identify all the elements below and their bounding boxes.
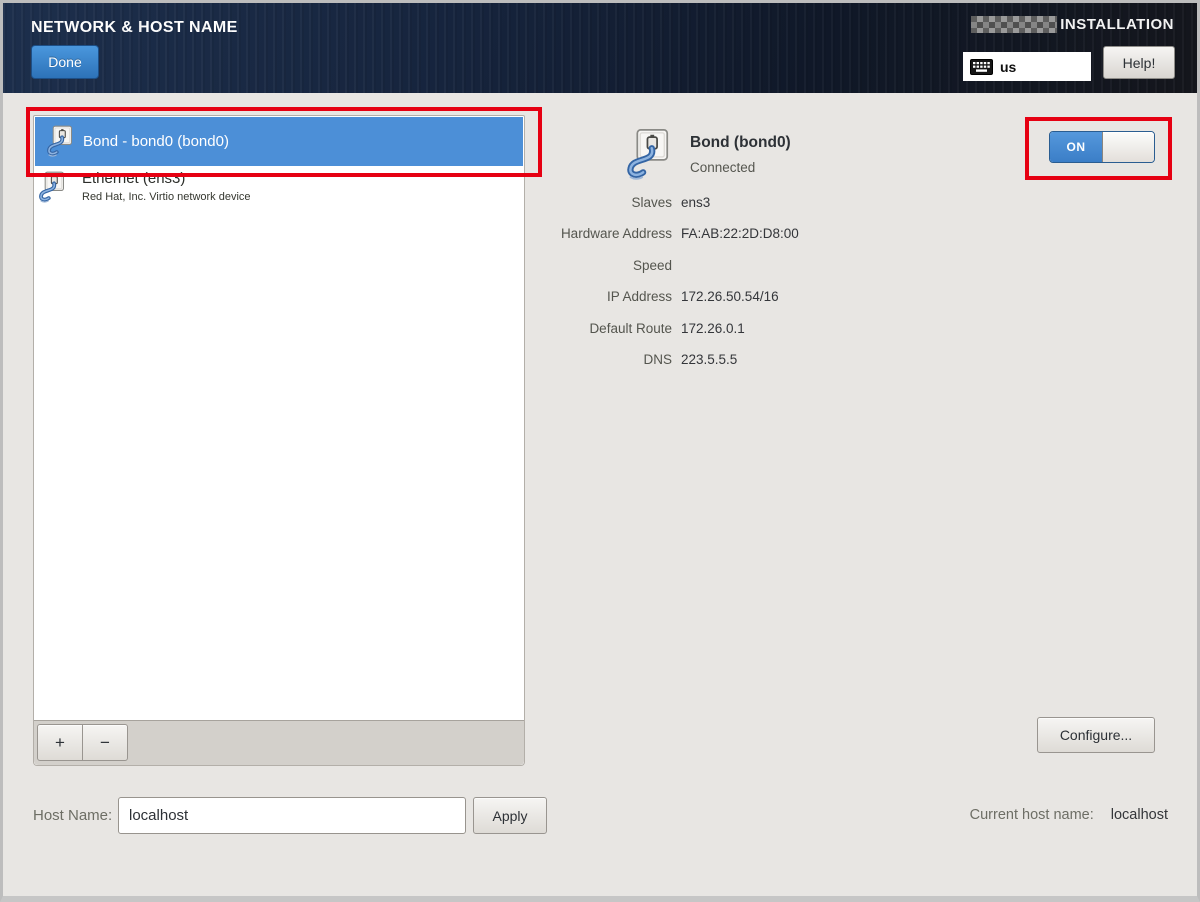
hostname-input[interactable] xyxy=(118,797,466,834)
toggle-on-label: ON xyxy=(1050,132,1102,162)
detail-device-title: Bond (bond0) xyxy=(690,134,791,151)
page-title: NETWORK & HOST NAME xyxy=(31,19,238,36)
detail-connection-status: Connected xyxy=(690,160,756,175)
configure-button[interactable]: Configure... xyxy=(1037,717,1155,753)
apply-button[interactable]: Apply xyxy=(473,797,547,834)
detail-label: IP Address xyxy=(606,289,672,305)
detail-value: 172.26.50.54/16 xyxy=(681,289,779,305)
detail-value: FA:AB:22:2D:D8:00 xyxy=(681,226,799,242)
toggle-handle[interactable] xyxy=(1102,132,1154,162)
detail-label: Hardware Address xyxy=(560,226,672,242)
network-device-icon xyxy=(39,171,65,204)
detail-label: Speed xyxy=(632,257,672,273)
add-device-button[interactable]: + xyxy=(37,724,83,761)
installer-window: NETWORK & HOST NAME Done INSTALLATION us… xyxy=(0,0,1200,902)
device-item-subtitle: Red Hat, Inc. Virtio network device xyxy=(82,191,251,203)
device-item-title: Bond - bond0 (bond0) xyxy=(83,133,229,150)
detail-label: Slaves xyxy=(631,195,672,210)
network-device-icon xyxy=(622,128,670,182)
help-button[interactable]: Help! xyxy=(1103,46,1175,79)
detail-label: Default Route xyxy=(589,320,672,336)
device-item-title: Ethernet (ens3) xyxy=(82,170,186,187)
detail-value: ens3 xyxy=(681,195,711,210)
done-button[interactable]: Done xyxy=(31,45,99,79)
current-hostname-value: localhost xyxy=(1110,807,1168,823)
header: NETWORK & HOST NAME Done INSTALLATION us… xyxy=(3,3,1197,93)
keyboard-layout-indicator[interactable]: us xyxy=(963,52,1091,81)
detail-value: 172.26.0.1 xyxy=(681,320,745,336)
network-device-icon xyxy=(47,125,73,158)
device-list-item-ethernet[interactable]: Ethernet (ens3) Red Hat, Inc. Virtio net… xyxy=(35,166,523,216)
device-enabled-toggle[interactable]: ON xyxy=(1049,131,1155,163)
remove-device-button[interactable]: − xyxy=(82,724,128,761)
installation-heading: INSTALLATION xyxy=(971,16,1174,33)
device-list-item-bond[interactable]: Bond - bond0 (bond0) xyxy=(35,117,523,166)
hostname-label: Host Name: xyxy=(33,807,113,824)
device-list-panel: Bond - bond0 (bond0) Ethernet (ens3) Red… xyxy=(33,115,525,766)
keyboard-icon xyxy=(970,58,993,75)
redacted-product-name xyxy=(971,16,1058,33)
device-list-toolbar: + − xyxy=(34,720,524,765)
current-hostname-label: Current host name: xyxy=(969,807,1094,823)
current-hostname: Current host name: localhost xyxy=(970,807,1168,823)
keyboard-layout-value: us xyxy=(1000,58,1017,75)
detail-value xyxy=(681,258,870,289)
detail-value: 223.5.5.5 xyxy=(681,351,738,367)
detail-properties: Slaves ens3 Hardware Address FA:AB:22:2D… xyxy=(540,195,870,383)
installation-label: INSTALLATION xyxy=(1060,16,1174,33)
detail-label: DNS xyxy=(643,351,672,367)
